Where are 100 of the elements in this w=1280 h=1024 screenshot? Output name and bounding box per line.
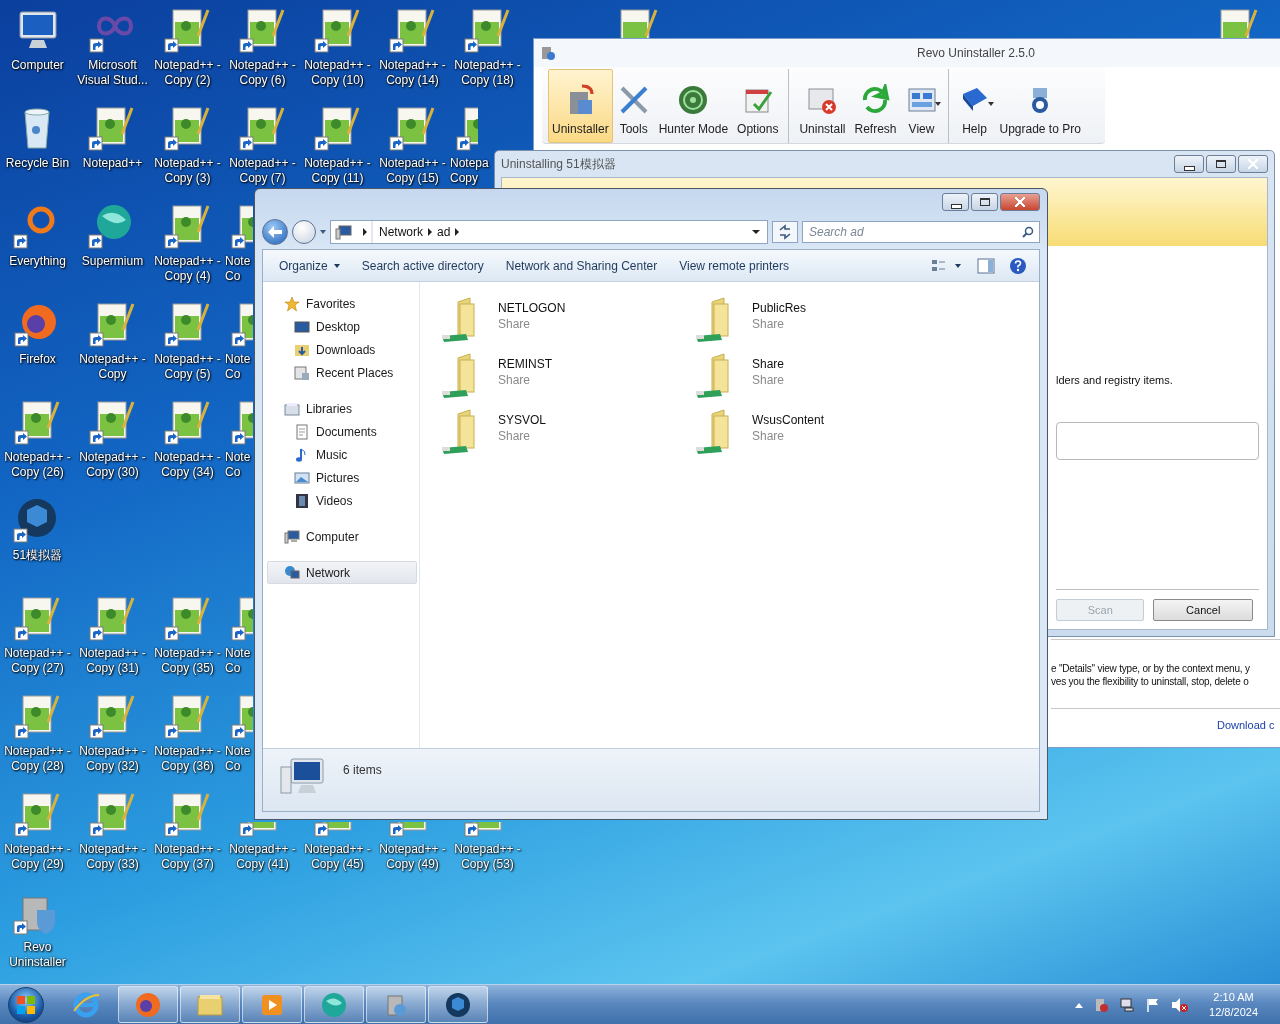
command-button[interactable]: Search active directory [353, 255, 492, 276]
sphere-icon [320, 990, 348, 1019]
desktop-shortcut[interactable]: Notepad++ - Copy (35) [154, 594, 221, 676]
document-pencil-icon [163, 692, 212, 740]
command-button[interactable]: Network and Sharing Center [497, 255, 666, 276]
address-bar[interactable]: Network ad [330, 220, 768, 244]
nav-item[interactable]: Recent Places [267, 361, 417, 384]
speaker-muted-icon[interactable] [1171, 996, 1190, 1013]
breadcrumb-item[interactable]: ad [433, 225, 455, 239]
toolbar-button[interactable]: Options [733, 69, 783, 143]
close-button[interactable] [1238, 155, 1268, 173]
forward-button[interactable] [292, 220, 316, 244]
share-item[interactable]: SYSVOL Share [440, 406, 694, 462]
network-icon[interactable] [1119, 996, 1136, 1013]
minimize-button[interactable] [1174, 155, 1204, 173]
taskbar-app-button[interactable] [428, 986, 488, 1023]
close-button[interactable] [1000, 193, 1040, 211]
share-item[interactable]: PublicRes Share [694, 294, 948, 350]
desktop-shortcut[interactable]: Notepad++ - Copy (26) [4, 398, 71, 480]
minimize-button[interactable] [942, 193, 969, 211]
help-icon[interactable] [1009, 256, 1027, 275]
nav-item[interactable]: Documents [267, 420, 417, 443]
breadcrumb-item[interactable]: Network [375, 225, 427, 239]
desktop-shortcut[interactable]: Notepad++ - Copy (4) [154, 202, 221, 284]
desktop-shortcut[interactable]: Notepad++ - Copy (2) [154, 6, 221, 88]
maximize-button[interactable] [971, 193, 998, 211]
box-shield-icon[interactable] [1093, 996, 1110, 1013]
desktop-shortcut[interactable]: Notepad++ - Copy (30) [79, 398, 146, 480]
desktop-shortcut[interactable]: Notepad++ - Copy [79, 300, 146, 382]
caret-icon [333, 261, 340, 270]
nav-item[interactable]: Libraries [267, 397, 417, 420]
desktop-shortcut[interactable]: Notepad++ - Copy (11) [304, 104, 371, 186]
input-field[interactable] [1056, 422, 1259, 460]
share-type: Share [498, 372, 532, 388]
command-button[interactable]: View remote printers [671, 255, 797, 276]
toolbar-button[interactable]: Tools [613, 69, 654, 143]
clock[interactable]: 2:10 AM 12/8/2024 [1209, 989, 1258, 1020]
desktop-shortcut[interactable]: Everything [9, 202, 66, 269]
desktop-shortcut[interactable]: Notepad++ - Copy (18) [454, 6, 521, 88]
desktop-shortcut[interactable]: Notepad++ - Copy (3) [154, 104, 221, 186]
view-options-icon[interactable] [931, 257, 963, 274]
share-item[interactable]: REMINST Share [440, 350, 694, 406]
desktop-shortcut[interactable]: Firefox [13, 300, 62, 367]
share-type: Share [752, 372, 785, 388]
search-field[interactable]: Search ad [802, 221, 1040, 243]
toolbar-button[interactable]: View [901, 69, 942, 143]
start-button[interactable] [8, 986, 44, 1023]
desktop-shortcut[interactable]: Recycle Bin [5, 104, 70, 171]
back-button[interactable] [262, 219, 288, 245]
network-icon [284, 564, 300, 581]
desktop-shortcut[interactable]: Notepad++ - Copy (28) [4, 692, 71, 774]
desktop-shortcut[interactable]: Notepad++ - Copy (34) [154, 398, 221, 480]
desktop-shortcut[interactable]: Notepad++ - Copy (14) [379, 6, 446, 88]
desktop-shortcut[interactable]: Notepad++ - Copy (15) [379, 104, 446, 186]
desktop-shortcut[interactable]: Notepad++ - Copy (32) [79, 692, 146, 774]
document-pencil-icon [238, 104, 287, 152]
share-name: NETLOGON [498, 300, 566, 316]
show-hidden-icons-icon[interactable] [1075, 1001, 1084, 1008]
nav-item[interactable]: Music [267, 443, 417, 466]
desktop-shortcut[interactable]: 51模拟器 [12, 496, 63, 563]
toolbar-button[interactable]: Help [954, 69, 995, 143]
toolbar-button[interactable]: Uninstaller [548, 69, 613, 143]
desktop-shortcut[interactable]: Microsoft Visual Stud... [77, 6, 148, 88]
document-pencil-icon [13, 692, 62, 740]
document-pencil-icon [13, 790, 62, 838]
desktop-shortcut[interactable]: Notepad++ [82, 104, 143, 171]
refresh-icon[interactable] [772, 221, 798, 243]
dialog-button[interactable]: Cancel [1153, 599, 1253, 621]
download-link[interactable]: Download c [1217, 719, 1275, 731]
desktop-shortcut[interactable]: Notepad++ - Copy (5) [154, 300, 221, 382]
share-item[interactable]: WsusContent Share [694, 406, 948, 462]
desktop-shortcut[interactable]: Supermium [81, 202, 144, 269]
desktop-shortcut[interactable]: Notepad++ - Copy (31) [79, 594, 146, 676]
toolbar-button[interactable]: Refresh [850, 69, 901, 143]
nav-item[interactable]: Favorites [267, 292, 417, 315]
taskbar-app-button[interactable] [118, 986, 178, 1023]
desktop-shortcut[interactable]: Notepad++ - Copy (7) [229, 104, 296, 186]
network-icon [335, 224, 353, 240]
desktop-shortcut[interactable]: Notepad++ - Copy (6) [229, 6, 296, 88]
nav-item[interactable]: Pictures [267, 466, 417, 489]
desktop-shortcut[interactable]: Notepad++ - Copy (10) [304, 6, 371, 88]
toolbar-button[interactable]: Uninstall [795, 69, 850, 143]
share-type: Share [498, 428, 532, 444]
nav-item[interactable]: Computer [267, 525, 417, 548]
nav-item[interactable]: Videos [267, 489, 417, 512]
star-icon [284, 295, 300, 312]
nav-item[interactable]: Desktop [267, 315, 417, 338]
desktop-shortcut[interactable]: Computer [11, 6, 64, 73]
maximize-button[interactable] [1206, 155, 1236, 173]
toolbar-button[interactable]: Upgrade to Pro [995, 69, 1085, 143]
computer-icon [284, 528, 300, 545]
toolbar-button[interactable]: Hunter Mode [654, 69, 733, 143]
organize-menu[interactable]: Organize [271, 255, 348, 276]
nav-item[interactable]: Downloads [267, 338, 417, 361]
share-type: Share [752, 428, 786, 444]
share-item[interactable]: Share Share [694, 350, 948, 406]
share-item[interactable]: NETLOGON Share [440, 294, 694, 350]
desktop-shortcut[interactable]: Notepa Copy [450, 104, 489, 186]
desktop-shortcut[interactable]: Notepad++ - Copy (27) [4, 594, 71, 676]
nav-item[interactable]: Network [267, 561, 417, 584]
